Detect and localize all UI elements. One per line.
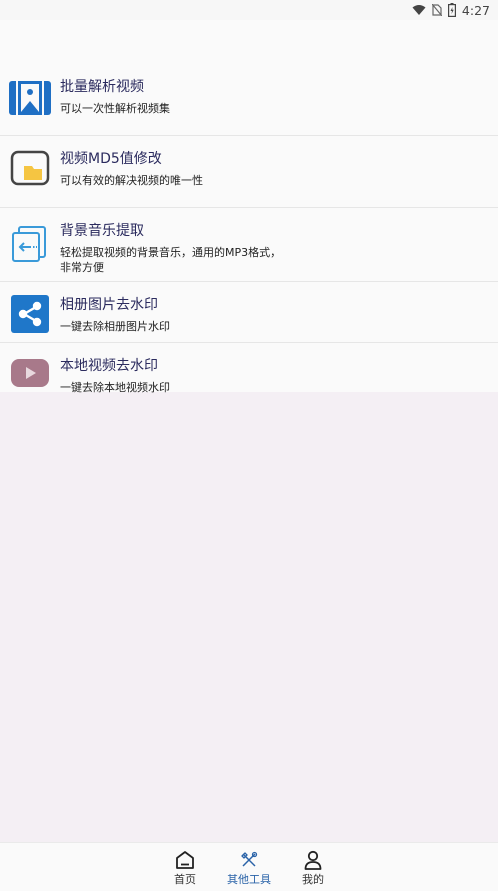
tool-desc-line2: 非常方便 bbox=[60, 261, 104, 274]
tools-panel: 批量解析视频 可以一次性解析视频集 视频MD5值修改 可以有效的解决视频的唯一性 bbox=[0, 20, 498, 394]
tool-text: 背景音乐提取 轻松提取视频的背景音乐，通用的MP3格式， 非常方便 bbox=[60, 222, 281, 275]
tool-title: 背景音乐提取 bbox=[60, 223, 144, 239]
nav-item-tools[interactable]: 其他工具 bbox=[217, 849, 281, 886]
home-icon bbox=[174, 849, 196, 871]
play-icon bbox=[8, 351, 52, 395]
tool-local-video-watermark[interactable]: 本地视频去水印 一键去除本地视频水印 bbox=[0, 343, 498, 403]
user-icon bbox=[302, 849, 324, 871]
tool-text: 视频MD5值修改 可以有效的解决视频的唯一性 bbox=[60, 150, 203, 188]
bottom-nav: 首页 其他工具 我的 bbox=[0, 842, 498, 891]
picture-frame-icon bbox=[8, 76, 52, 120]
status-time: 4:27 bbox=[461, 2, 490, 18]
tool-md5-modify[interactable]: 视频MD5值修改 可以有效的解决视频的唯一性 bbox=[0, 136, 498, 208]
status-bar: 4:27 bbox=[0, 0, 498, 20]
tool-text: 本地视频去水印 一键去除本地视频水印 bbox=[60, 357, 170, 395]
tool-album-watermark[interactable]: 相册图片去水印 一键去除相册图片水印 bbox=[0, 282, 498, 343]
share-icon bbox=[8, 292, 52, 336]
tool-title: 本地视频去水印 bbox=[60, 358, 158, 374]
no-sim-icon bbox=[431, 4, 442, 16]
tool-desc: 一键去除本地视频水印 bbox=[60, 381, 170, 394]
battery-icon bbox=[447, 3, 456, 17]
nav-item-home[interactable]: 首页 bbox=[153, 849, 217, 886]
tool-text: 批量解析视频 可以一次性解析视频集 bbox=[60, 78, 170, 116]
nav-label: 其他工具 bbox=[227, 873, 271, 886]
folder-icon bbox=[8, 146, 52, 190]
tool-title: 视频MD5值修改 bbox=[60, 151, 162, 167]
tool-desc: 一键去除相册图片水印 bbox=[60, 320, 170, 333]
tool-desc: 轻松提取视频的背景音乐，通用的MP3格式， bbox=[60, 246, 282, 259]
tool-list: 批量解析视频 可以一次性解析视频集 视频MD5值修改 可以有效的解决视频的唯一性 bbox=[0, 76, 498, 403]
extract-icon bbox=[8, 222, 52, 266]
nav-item-mine[interactable]: 我的 bbox=[281, 849, 345, 886]
tool-title: 批量解析视频 bbox=[60, 79, 144, 95]
tool-text: 相册图片去水印 一键去除相册图片水印 bbox=[60, 296, 170, 334]
tools-icon bbox=[238, 849, 260, 871]
nav-label: 首页 bbox=[174, 873, 196, 886]
tool-batch-parse[interactable]: 批量解析视频 可以一次性解析视频集 bbox=[0, 76, 498, 136]
wifi-icon bbox=[412, 4, 426, 16]
tool-title: 相册图片去水印 bbox=[60, 297, 158, 313]
nav-label: 我的 bbox=[302, 873, 324, 886]
tool-desc: 可以一次性解析视频集 bbox=[60, 102, 170, 115]
tool-desc: 可以有效的解决视频的唯一性 bbox=[60, 174, 203, 187]
tool-bgm-extract[interactable]: 背景音乐提取 轻松提取视频的背景音乐，通用的MP3格式， 非常方便 bbox=[0, 208, 498, 282]
